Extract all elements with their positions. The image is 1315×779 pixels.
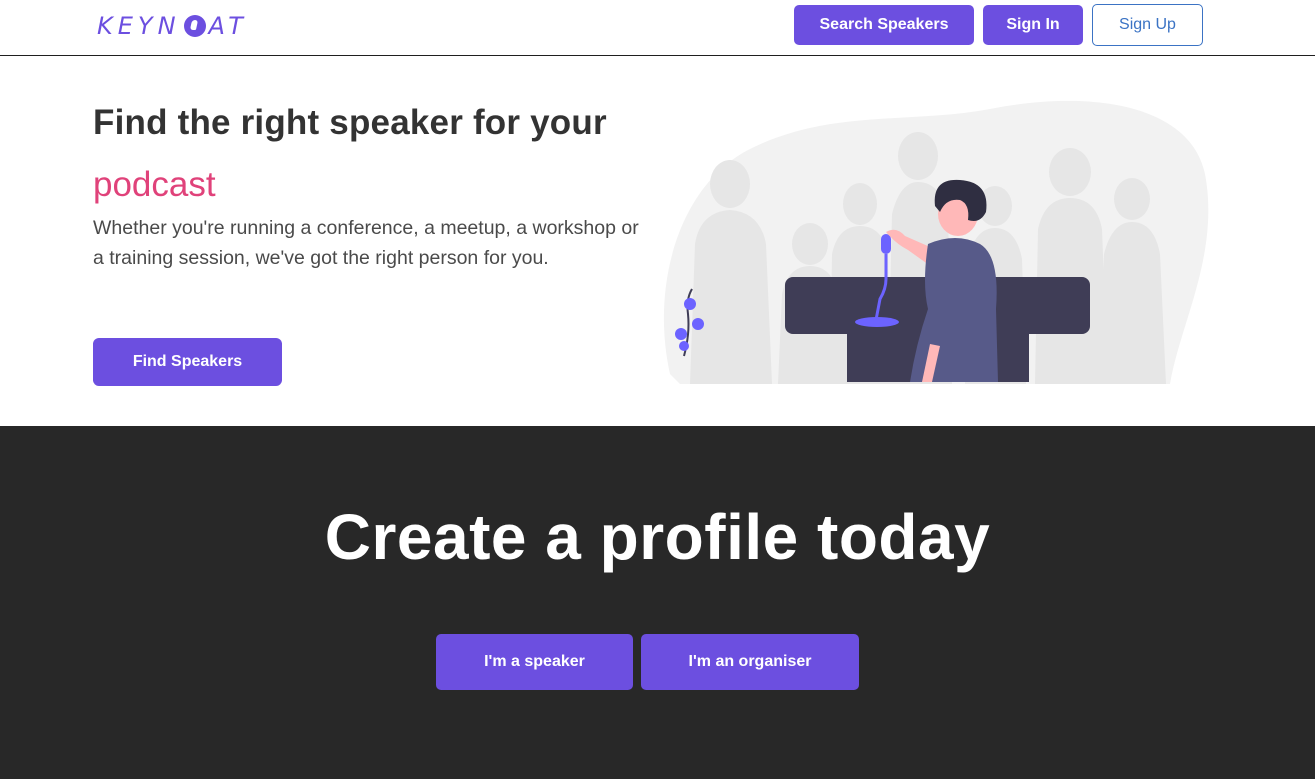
logo-mark-icon (183, 15, 206, 37)
im-an-organiser-button[interactable]: I'm an organiser (641, 634, 859, 690)
speaker-at-podium-illustration (663, 100, 1209, 385)
create-profile-title: Create a profile today (324, 501, 991, 573)
sign-in-button[interactable]: Sign In (983, 5, 1083, 45)
hero-title: Find the right speaker for your (93, 103, 607, 142)
sign-up-button[interactable]: Sign Up (1092, 4, 1203, 46)
im-a-speaker-button[interactable]: I'm a speaker (436, 634, 633, 690)
logo-text-right: AT (208, 12, 248, 40)
search-speakers-button[interactable]: Search Speakers (794, 5, 974, 45)
keynoat-logo[interactable]: KEYN AT (97, 11, 248, 41)
hero-rotating-word: podcast (93, 165, 216, 204)
microphone-head (881, 234, 891, 254)
hero-description: Whether you're running a conference, a m… (93, 217, 639, 269)
create-profile-section: Create a profile today I'm a speaker I'm… (0, 426, 1315, 779)
hero-section: Find the right speaker for your podcast … (0, 56, 1315, 426)
site-header: KEYN AT Search Speakers Sign In Sign Up (0, 0, 1315, 56)
find-speakers-button[interactable]: Find Speakers (93, 338, 282, 386)
logo-text-left: KEYN (97, 12, 181, 40)
